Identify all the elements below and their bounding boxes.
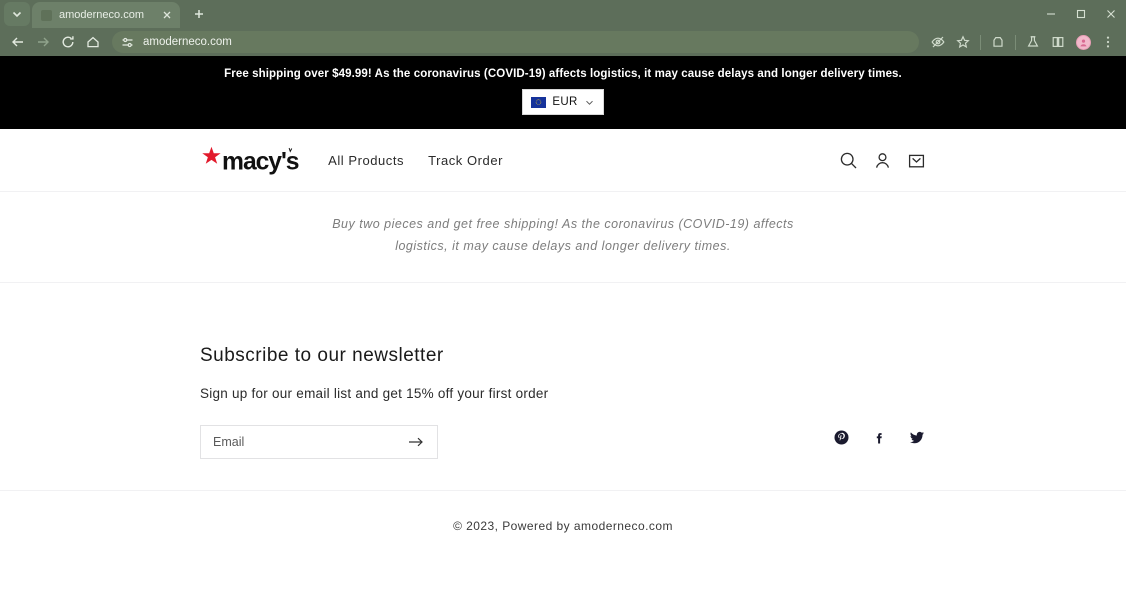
flask-icon — [1027, 36, 1039, 47]
address-bar-url: amoderneco.com — [143, 36, 232, 48]
site-favicon — [41, 9, 52, 21]
twitter-icon[interactable] — [909, 429, 926, 446]
address-bar[interactable]: amoderneco.com — [112, 31, 919, 53]
newsletter-content: Subscribe to our newsletter Sign up for … — [200, 345, 833, 459]
split-panel-icon — [1052, 36, 1064, 48]
eye-off-icon — [931, 36, 945, 48]
split-view-button[interactable] — [1046, 30, 1070, 54]
toolbar-divider — [980, 34, 981, 50]
eu-flag-icon — [531, 96, 547, 108]
tracking-protection-button[interactable] — [926, 30, 950, 54]
primary-nav: All Products Track Order — [328, 153, 503, 168]
social-links — [833, 345, 926, 446]
header-icons — [838, 150, 926, 170]
forward-button[interactable] — [31, 30, 55, 54]
experiments-button[interactable] — [1021, 30, 1045, 54]
tab-search-button[interactable] — [4, 2, 30, 26]
announcement-text: Free shipping over $49.99! As the corona… — [224, 68, 902, 80]
currency-code: EUR — [552, 96, 578, 108]
arrow-right-icon — [38, 37, 49, 47]
avatar — [1075, 34, 1091, 50]
facebook-icon[interactable] — [871, 429, 888, 446]
tab-strip: amoderneco.com — [0, 0, 1126, 28]
newsletter-submit-button[interactable] — [407, 433, 425, 451]
plus-icon — [195, 10, 203, 18]
newsletter-title: Subscribe to our newsletter — [200, 344, 444, 366]
close-icon — [1107, 10, 1115, 18]
bookmark-button[interactable] — [951, 30, 975, 54]
cart-icon[interactable] — [906, 150, 926, 170]
newsletter-form — [200, 424, 438, 459]
nav-link-track-order[interactable]: Track Order — [428, 153, 503, 168]
chevron-down-icon — [12, 11, 22, 18]
site-footer: © 2023, Powered by amoderneco.com — [0, 489, 1126, 561]
copyright-text: © 2023, Powered by amoderneco.com — [453, 518, 673, 533]
close-icon[interactable] — [159, 8, 174, 23]
arrow-right-icon — [409, 437, 423, 446]
person-icon — [1079, 39, 1087, 46]
browser-menu-button[interactable] — [1096, 30, 1120, 54]
toolbar-divider — [1015, 34, 1016, 50]
newsletter-section: Subscribe to our newsletter Sign up for … — [0, 283, 1126, 459]
maximize-icon — [1076, 9, 1086, 19]
toolbar-actions — [926, 30, 1120, 54]
announcement-bar: Free shipping over $49.99! As the corona… — [0, 56, 1126, 129]
chevron-down-icon — [585, 100, 593, 105]
profile-button[interactable] — [1071, 30, 1095, 54]
promo-text: Buy two pieces and get free shipping! As… — [328, 214, 798, 258]
home-icon — [87, 36, 99, 48]
tab-title: amoderneco.com — [59, 9, 144, 21]
close-window-button[interactable] — [1096, 0, 1126, 28]
arrow-left-icon — [12, 37, 23, 47]
page-viewport: Free shipping over $49.99! As the corona… — [0, 56, 1126, 574]
site-settings-icon[interactable] — [120, 35, 135, 50]
side-panel-button[interactable] — [986, 30, 1010, 54]
macys-logo-icon: macy's — [202, 146, 300, 175]
site-header: macy's All Products Track Order — [0, 129, 1126, 192]
browser-toolbar: amoderneco.com — [0, 28, 1126, 56]
kebab-menu-icon — [1106, 36, 1110, 48]
email-input[interactable] — [213, 434, 407, 449]
macys-logo[interactable]: macy's — [200, 145, 304, 175]
currency-selector-wrap: EUR — [0, 89, 1126, 115]
window-controls — [1036, 0, 1126, 28]
browser-tab[interactable]: amoderneco.com — [32, 2, 180, 28]
browser-chrome: amoderneco.com amoderneco.com — [0, 0, 1126, 56]
minimize-button[interactable] — [1036, 0, 1066, 28]
star-icon — [956, 35, 970, 49]
currency-selector[interactable]: EUR — [522, 89, 604, 115]
newsletter-subtitle: Sign up for our email list and get 15% o… — [200, 385, 549, 401]
promo-band: Buy two pieces and get free shipping! As… — [0, 192, 1126, 283]
minimize-icon — [1047, 13, 1055, 15]
new-tab-button[interactable] — [186, 2, 212, 26]
reload-button[interactable] — [56, 30, 80, 54]
home-button[interactable] — [81, 30, 105, 54]
extensions-icon — [993, 37, 1003, 47]
nav-link-all-products[interactable]: All Products — [328, 153, 404, 168]
svg-text:macy's: macy's — [222, 149, 299, 175]
pinterest-icon[interactable] — [833, 429, 850, 446]
maximize-button[interactable] — [1066, 0, 1096, 28]
back-button[interactable] — [6, 30, 30, 54]
search-icon[interactable] — [838, 150, 858, 170]
account-icon[interactable] — [872, 150, 892, 170]
reload-icon — [62, 36, 74, 48]
promo-line-2: it may cause delays and longer delivery … — [452, 238, 731, 253]
